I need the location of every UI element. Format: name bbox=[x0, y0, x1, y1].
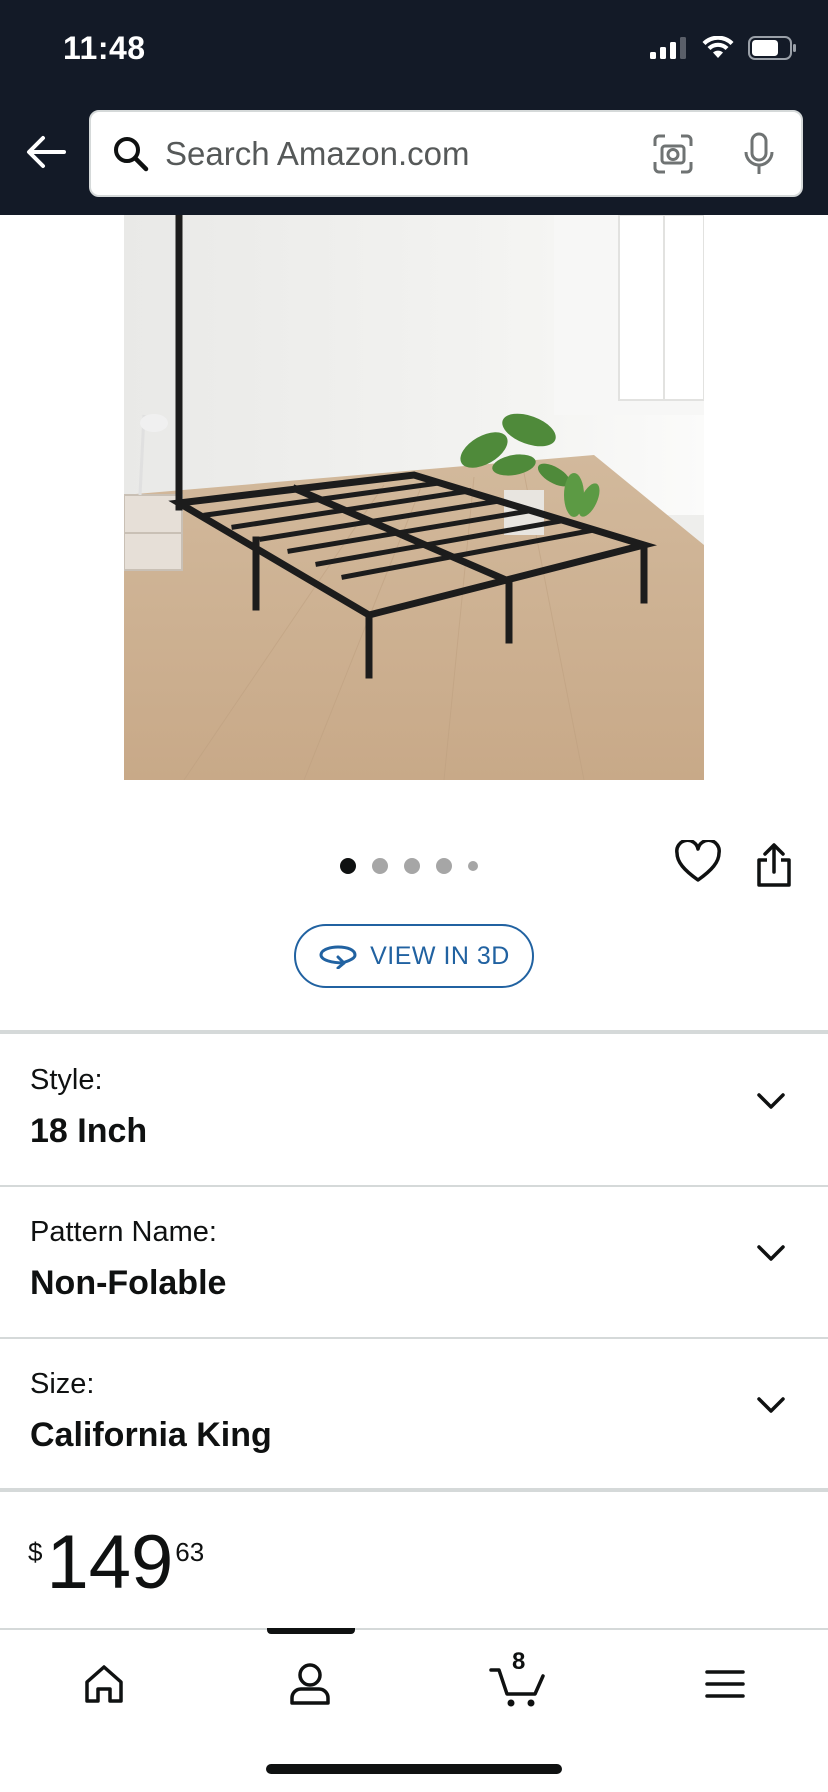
search-bar[interactable] bbox=[89, 110, 803, 197]
variation-label: Pattern Name: bbox=[30, 1216, 217, 1248]
mic-icon[interactable] bbox=[737, 129, 781, 179]
product-image[interactable] bbox=[124, 215, 704, 780]
add-to-list-button[interactable] bbox=[674, 838, 722, 888]
variation-label: Style: bbox=[30, 1064, 103, 1096]
carousel-dot[interactable] bbox=[372, 858, 388, 874]
active-tab-indicator bbox=[267, 1628, 355, 1634]
carousel-dot[interactable] bbox=[404, 858, 420, 874]
price-fraction: 63 bbox=[175, 1537, 205, 1567]
rotate-3d-icon bbox=[319, 945, 357, 969]
tab-account[interactable] bbox=[280, 1654, 340, 1714]
variation-style[interactable]: Style: 18 Inch bbox=[0, 1034, 828, 1184]
tab-home[interactable] bbox=[74, 1654, 134, 1714]
variation-label: Size: bbox=[30, 1368, 95, 1400]
carousel-dot[interactable] bbox=[468, 861, 478, 871]
variation-value: 18 Inch bbox=[30, 1112, 148, 1150]
status-time: 11:48 bbox=[63, 30, 146, 66]
image-carousel-dots[interactable] bbox=[340, 858, 478, 874]
section-divider bbox=[0, 1488, 828, 1492]
variation-value: California King bbox=[30, 1416, 272, 1454]
arrow-left-icon bbox=[27, 136, 66, 168]
camera-icon[interactable] bbox=[651, 132, 695, 176]
search-icon bbox=[111, 134, 151, 174]
tab-menu[interactable] bbox=[695, 1654, 755, 1714]
back-button[interactable] bbox=[22, 128, 70, 176]
bed-frame-photo bbox=[124, 215, 704, 780]
share-button[interactable] bbox=[754, 842, 798, 890]
chevron-down-icon bbox=[757, 1245, 785, 1261]
variation-value: Non-Folable bbox=[30, 1264, 227, 1302]
menu-icon bbox=[705, 1670, 745, 1698]
view-in-3d-label: VIEW IN 3D bbox=[370, 941, 510, 970]
variation-size[interactable]: Size: California King bbox=[0, 1338, 828, 1488]
share-icon bbox=[757, 843, 791, 887]
status-icons bbox=[650, 35, 798, 65]
carousel-dot[interactable] bbox=[340, 858, 356, 874]
home-icon bbox=[85, 1665, 123, 1703]
chevron-down-icon bbox=[757, 1397, 785, 1413]
home-indicator bbox=[266, 1764, 562, 1774]
signal-icon bbox=[650, 37, 688, 64]
account-icon bbox=[290, 1663, 330, 1705]
search-input[interactable] bbox=[165, 134, 651, 173]
carousel-dot[interactable] bbox=[436, 858, 452, 874]
top-header: 11:48 bbox=[0, 0, 828, 215]
tab-cart[interactable]: 8 bbox=[488, 1648, 548, 1714]
chevron-down-icon bbox=[757, 1093, 785, 1109]
heart-icon bbox=[675, 838, 721, 882]
view-in-3d-button[interactable]: VIEW IN 3D bbox=[294, 924, 534, 988]
cart-count-badge: 8 bbox=[512, 1648, 526, 1675]
variation-pattern-name[interactable]: Pattern Name: Non-Folable bbox=[0, 1186, 828, 1336]
battery-icon bbox=[748, 36, 798, 65]
wifi-icon bbox=[702, 35, 734, 65]
status-bar: 11:48 bbox=[0, 0, 828, 100]
product-price: $ 149 63 bbox=[28, 1525, 204, 1601]
price-symbol: $ bbox=[28, 1537, 43, 1567]
price-whole: 149 bbox=[46, 1520, 174, 1605]
